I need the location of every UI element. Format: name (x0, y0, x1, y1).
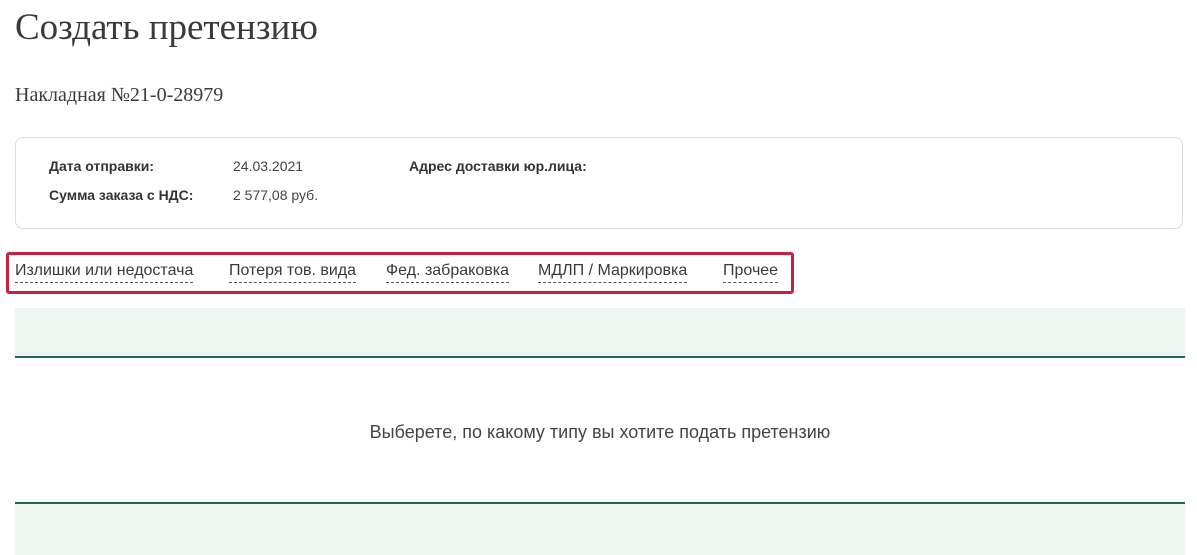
claim-page: Создать претензию Накладная №21-0-28979 … (0, 0, 1197, 555)
ship-date-value: 24.03.2021 (233, 158, 304, 174)
content-footer-band (15, 502, 1185, 555)
tab-mdlp-marking[interactable]: МДЛП / Маркировка (538, 260, 688, 283)
select-type-hint: Выберете, по какому типу вы хотите подат… (369, 422, 831, 442)
tab-federal-rejection[interactable]: Фед. забраковка (386, 260, 509, 283)
page-title: Создать претензию (15, 7, 318, 48)
ship-date-label: Дата отправки: (49, 158, 155, 174)
invoice-number: Накладная №21-0-28979 (15, 84, 224, 106)
tab-surplus-shortage[interactable]: Излишки или недостача (15, 260, 194, 283)
order-info-card: Дата отправки: 24.03.2021 Адрес доставки… (15, 137, 1183, 229)
content-header-band (15, 308, 1185, 358)
delivery-address-label: Адрес доставки юр.лица: (409, 158, 587, 174)
tab-loss-of-appearance[interactable]: Потеря тов. вида (229, 260, 357, 283)
tab-other[interactable]: Прочее (723, 260, 779, 283)
order-sum-value: 2 577,08 руб. (233, 187, 319, 203)
order-sum-label: Сумма заказа с НДС: (49, 187, 194, 203)
order-info-grid: Дата отправки: 24.03.2021 Адрес доставки… (16, 138, 1182, 228)
